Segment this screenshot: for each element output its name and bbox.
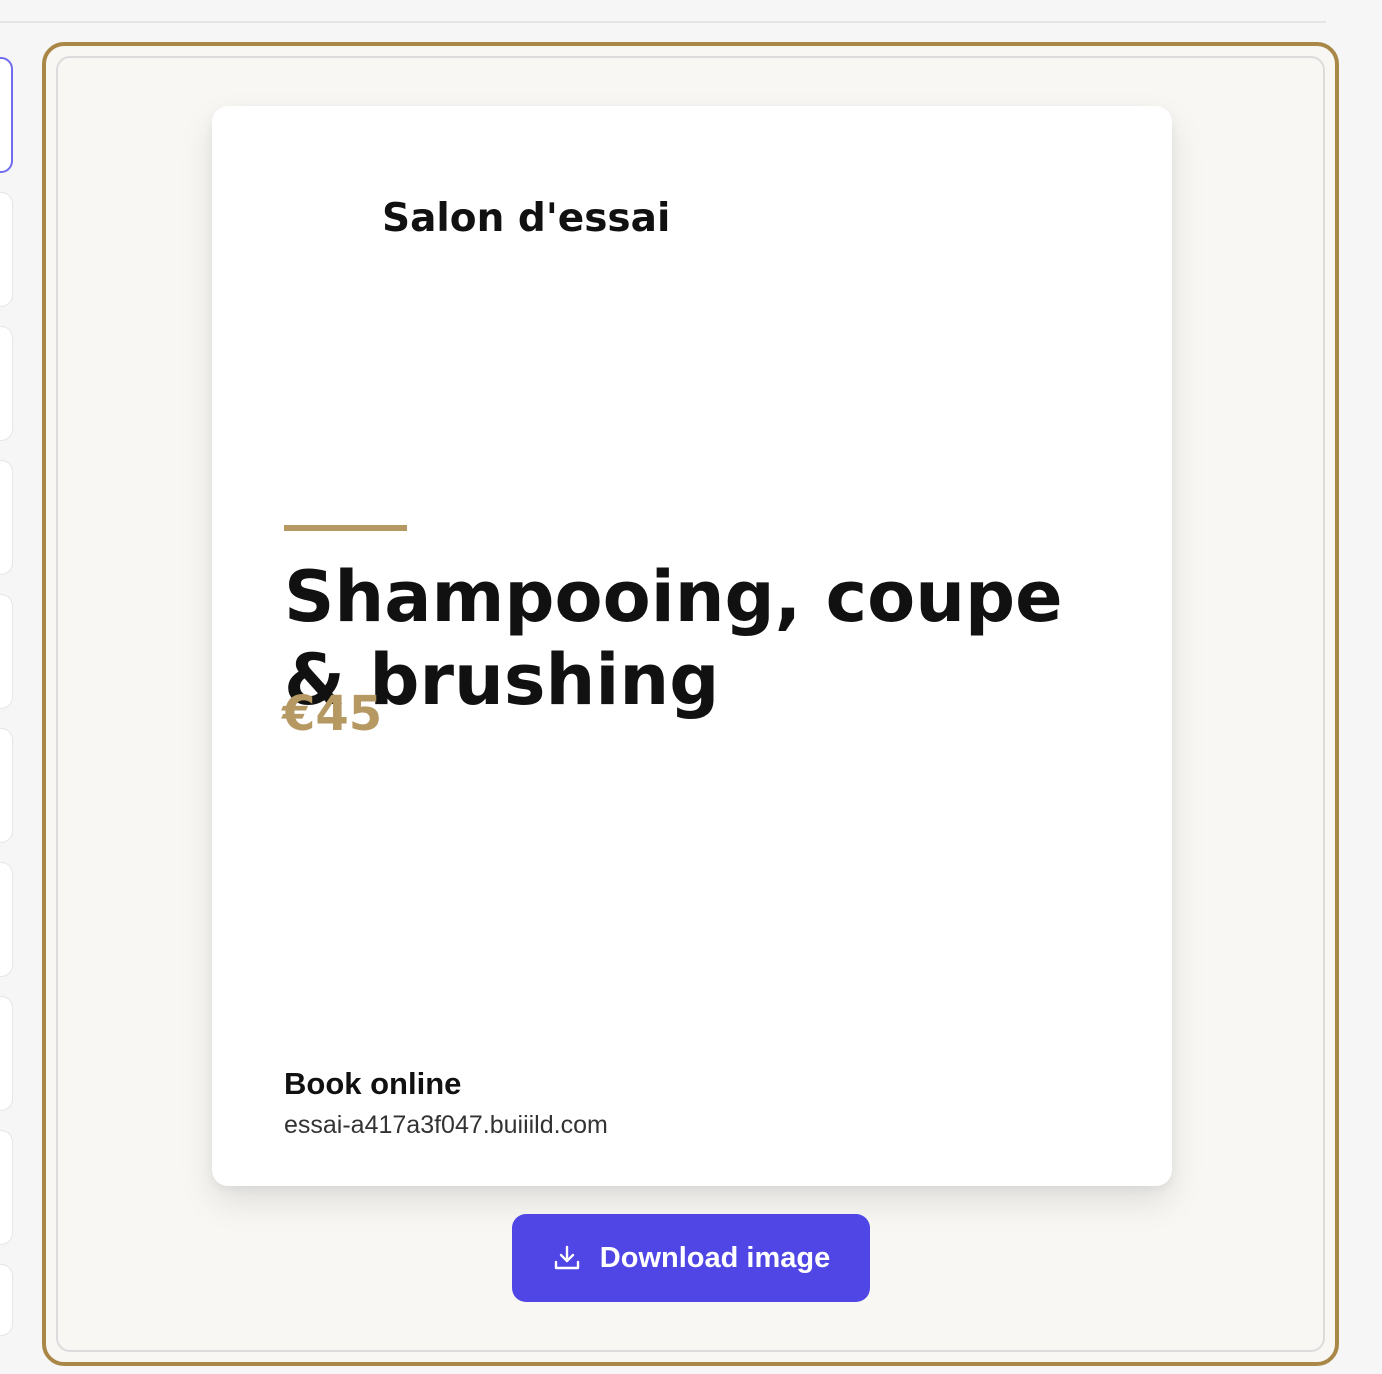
template-thumbnail[interactable] [0,460,13,575]
page: Salon d'essai Shampooing, coupe & brushi… [0,0,1382,1374]
accent-rule [284,525,407,531]
service-price: €45 [282,686,383,742]
template-thumbnail[interactable] [0,326,13,441]
template-thumbnail[interactable] [0,862,13,977]
download-image-button[interactable]: Download image [512,1214,870,1302]
book-online-label: Book online [284,1066,462,1101]
salon-name: Salon d'essai [382,196,671,241]
template-thumbnail[interactable] [0,996,13,1111]
top-divider [0,21,1326,23]
template-list [0,0,16,1374]
service-title: Shampooing, coupe & brushing [284,556,1063,721]
template-thumbnail[interactable] [0,1264,13,1336]
template-thumbnail[interactable] [0,594,13,709]
poster-preview: Salon d'essai Shampooing, coupe & brushi… [212,106,1172,1186]
template-thumbnail[interactable] [0,728,13,843]
download-icon [552,1243,582,1273]
template-thumbnail-selected[interactable] [0,57,13,173]
template-thumbnail[interactable] [0,192,13,307]
template-thumbnail[interactable] [0,1130,13,1245]
booking-url: essai-a417a3f047.buiiild.com [284,1111,608,1139]
download-button-label: Download image [599,1241,831,1274]
